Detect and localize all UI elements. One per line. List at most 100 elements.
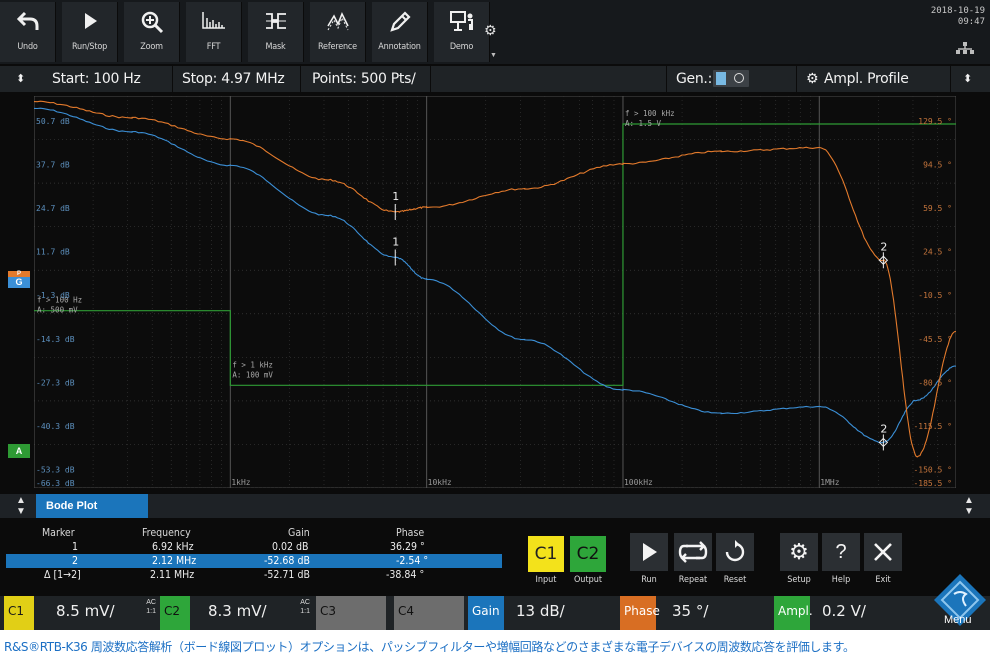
bode-bar (0, 494, 990, 518)
profile-frequency-label: f > 1 kHz (232, 360, 273, 369)
points[interactable]: Points: 500 Pts/ (312, 66, 416, 92)
marker-1-label: 1 (392, 235, 399, 248)
phase-axis-label: -80.5 ° (918, 378, 952, 387)
frequency-axis-label: 10kHz (428, 478, 452, 487)
profile-amplitude-label: A: 500 mV (37, 306, 78, 315)
reset-button[interactable] (716, 533, 754, 571)
c1-status-tag[interactable]: C1 (4, 596, 34, 630)
table-header: Marker Frequency Gain Phase (42, 527, 425, 539)
marker-1-label: 1 (392, 190, 399, 203)
phase-scale[interactable]: 35 °/ (672, 596, 708, 630)
gain-axis-label: 11.7 dB (36, 248, 70, 257)
gear-icon: ⚙ (789, 539, 809, 564)
gain-axis-label: -40.3 dB (36, 422, 75, 431)
frequency-axis-label: 1kHz (231, 478, 250, 487)
gain-axis-label: -27.3 dB (36, 378, 75, 387)
output-channel-button[interactable]: C2 (570, 536, 606, 572)
amplitude-channel-tag[interactable]: A (8, 444, 30, 458)
phase-channel-tag[interactable]: P (8, 271, 30, 277)
table-row[interactable]: Δ [1→2] 2.11 MHz -52.71 dB -38.84 ° (6, 568, 502, 582)
exit-button[interactable] (864, 533, 902, 571)
ampl-scale[interactable]: 0.2 V/ (822, 596, 866, 630)
fft-icon (186, 2, 241, 42)
run-button[interactable] (630, 533, 668, 571)
profile-amplitude-label: A: 100 mV (232, 370, 273, 379)
marker-2-label: 2 (880, 422, 887, 435)
generator-label: Gen.: (676, 71, 713, 87)
undo-button[interactable]: Undo (0, 2, 56, 62)
c2-status-tag[interactable]: C2 (160, 596, 190, 630)
toolbar: Undo Run/Stop Zoom FFT Mask Reference An… (0, 0, 990, 64)
play-icon (62, 2, 117, 42)
fft-button[interactable]: FFT (186, 2, 242, 62)
phase-axis-label: 94.5 ° (923, 161, 952, 170)
ampl-status-tag[interactable]: Ampl. (774, 596, 813, 630)
phase-axis-label: 59.5 ° (923, 204, 952, 213)
gain-status-tag[interactable]: Gain (468, 596, 504, 630)
input-channel-button[interactable]: C1 (528, 536, 564, 572)
gain-axis-label: 24.7 dB (36, 204, 70, 213)
phase-axis-label: -45.5 ° (918, 335, 952, 344)
menu-label[interactable]: Menu (944, 614, 972, 626)
oscilloscope-screen: Undo Run/Stop Zoom FFT Mask Reference An… (0, 0, 990, 630)
updown-icon[interactable]: ▲ ▼ (6, 494, 36, 518)
zoom-button[interactable]: Zoom (124, 2, 180, 62)
c2-scale[interactable]: 8.3 mV/ (208, 596, 267, 630)
frequency-axis-label: 100kHz (624, 478, 653, 487)
gain-channel-tag[interactable]: G (8, 276, 30, 288)
gain-scale[interactable]: 13 dB/ (516, 596, 565, 630)
pencil-icon (372, 2, 427, 42)
phase-status-tag[interactable]: Phase (620, 596, 660, 630)
chevron-down-icon[interactable]: ▼ (490, 52, 497, 59)
repeat-button[interactable] (674, 533, 712, 571)
gain-axis-label: 50.7 dB (36, 117, 70, 126)
tab-bode-plot[interactable]: Bode Plot (36, 494, 148, 518)
play-icon (643, 543, 657, 561)
question-icon: ? (835, 541, 847, 563)
demo-button[interactable]: Demo (434, 2, 490, 62)
table-row[interactable]: 2 2.12 MHz -52.68 dB -2.54 ° (6, 554, 502, 568)
close-icon (874, 543, 892, 561)
run-stop-button[interactable]: Run/Stop (62, 2, 118, 62)
frequency-axis-label: 1MHz (820, 478, 839, 487)
generator-toggle[interactable] (713, 70, 749, 87)
frequency-bar: ⬍ Start: 100 Hz Stop: 4.97 MHz Points: 5… (0, 66, 990, 92)
c3-status-tag[interactable]: C3 (316, 596, 386, 630)
gain-axis-label: -66.3 dB (36, 479, 75, 488)
phase-axis-label: -10.5 ° (918, 291, 952, 300)
gain-axis-label: 37.7 dB (36, 161, 70, 170)
caption: R&S®RTB-K36 周波数応答解析（ボード線図プロット）オプションは、パッシ… (4, 640, 855, 654)
gear-icon[interactable]: ⚙ (484, 22, 497, 39)
start-frequency[interactable]: Start: 100 Hz (52, 66, 141, 92)
gear-icon: ⚙ (806, 71, 819, 87)
mask-icon (248, 2, 303, 42)
c4-status-tag[interactable]: C4 (394, 596, 464, 630)
gain-axis-label: -1.3 dB (36, 291, 70, 300)
mask-button[interactable]: Mask (248, 2, 304, 62)
demo-icon (434, 2, 489, 42)
phase-axis-label: -185.5 ° (913, 479, 952, 488)
annotation-button[interactable]: Annotation (372, 2, 428, 62)
marker-2-label: 2 (880, 240, 887, 253)
updown-icon[interactable]: ▲ ▼ (954, 494, 984, 518)
phase-axis-label: -115.5 ° (913, 422, 952, 431)
stop-frequency[interactable]: Stop: 4.97 MHz (182, 66, 285, 92)
phase-axis-label: 129.5 ° (918, 117, 952, 126)
gain-axis-label: -53.3 dB (36, 465, 75, 474)
bode-plot-svg: f > 100 HzA: 500 mVf > 1 kHzA: 100 mVf >… (34, 96, 956, 488)
help-button[interactable]: ? (822, 533, 860, 571)
updown-icon[interactable]: ⬍ (16, 66, 25, 92)
profile-frequency-label: f > 100 kHz (625, 109, 675, 118)
gain-axis-label: -14.3 dB (36, 335, 75, 344)
zoom-icon (124, 2, 179, 42)
updown-icon[interactable]: ⬍ (963, 66, 972, 92)
reference-button[interactable]: Reference (310, 2, 366, 62)
marker-table: Marker Frequency Gain Phase 1 6.92 kHz 0… (6, 526, 502, 582)
repeat-icon (678, 541, 708, 563)
c1-scale[interactable]: 8.5 mV/ (56, 596, 115, 630)
reset-icon (725, 540, 745, 562)
bode-plot-area[interactable]: f > 100 Hz A: 500 mV f > 1 kHz A: 100 mV f >… (34, 96, 956, 488)
amplitude-profile[interactable]: Ampl. Profile (824, 66, 909, 92)
table-row[interactable]: 1 6.92 kHz 0.02 dB 36.29 ° (6, 540, 502, 554)
setup-button[interactable]: ⚙ (780, 533, 818, 571)
